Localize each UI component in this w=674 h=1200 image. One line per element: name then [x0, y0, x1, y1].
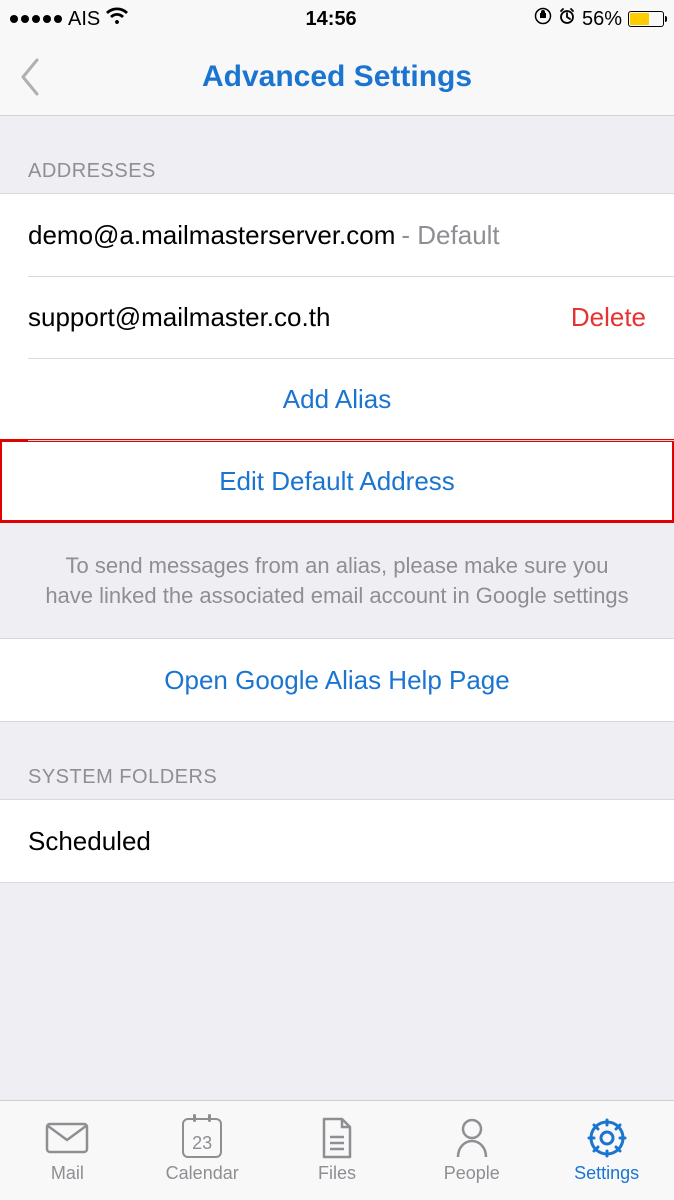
address-row[interactable]: support@mailmaster.co.th Delete [0, 276, 674, 358]
open-google-alias-help-button[interactable]: Open Google Alias Help Page [0, 639, 674, 721]
address-email: demo@a.mailmasterserver.com [28, 220, 395, 251]
settings-icon [586, 1117, 628, 1159]
address-email: support@mailmaster.co.th [28, 302, 330, 333]
wifi-icon [106, 7, 128, 31]
alias-note: To send messages from an alias, please m… [0, 523, 674, 638]
delete-button[interactable]: Delete [571, 302, 646, 333]
calendar-icon: 23 [182, 1117, 222, 1159]
system-folders-list: Scheduled [0, 799, 674, 883]
tab-files[interactable]: Files [270, 1101, 405, 1200]
address-row[interactable]: demo@a.mailmasterserver.com - Default [0, 194, 674, 276]
tab-label: Mail [51, 1163, 84, 1184]
tab-label: Files [318, 1163, 356, 1184]
addresses-list: demo@a.mailmasterserver.com - Default su… [0, 193, 674, 523]
section-header-system-folders: SYSTEM FOLDERS [0, 722, 674, 799]
edit-default-label: Edit Default Address [219, 466, 455, 497]
nav-header: Advanced Settings [0, 38, 674, 116]
address-suffix: - Default [401, 220, 499, 251]
tab-mail[interactable]: Mail [0, 1101, 135, 1200]
add-alias-button[interactable]: Add Alias [0, 358, 674, 440]
status-right: 56% [534, 7, 664, 31]
tab-label: Calendar [166, 1163, 239, 1184]
tab-settings[interactable]: Settings [539, 1101, 674, 1200]
tab-people[interactable]: People [404, 1101, 539, 1200]
battery-pct: 56% [582, 8, 622, 31]
help-list: Open Google Alias Help Page [0, 638, 674, 722]
tab-calendar[interactable]: 23 Calendar [135, 1101, 270, 1200]
system-folder-row[interactable]: Scheduled [0, 800, 674, 882]
chevron-left-icon [19, 58, 41, 96]
people-icon [454, 1117, 490, 1159]
edit-default-address-button[interactable]: Edit Default Address [0, 440, 674, 522]
status-time: 14:56 [306, 8, 357, 31]
files-icon [320, 1117, 354, 1159]
status-bar: AIS 14:56 56% [0, 0, 674, 38]
carrier-label: AIS [68, 8, 100, 31]
battery-icon [628, 11, 664, 27]
section-header-addresses: ADDRESSES [0, 116, 674, 193]
open-help-label: Open Google Alias Help Page [164, 665, 509, 696]
add-alias-label: Add Alias [283, 384, 391, 415]
tab-label: Settings [574, 1163, 639, 1184]
page-title: Advanced Settings [202, 60, 472, 94]
alarm-icon [558, 7, 576, 31]
orientation-lock-icon [534, 7, 552, 31]
signal-dots-icon [10, 15, 62, 23]
mail-icon [45, 1117, 89, 1159]
tab-label: People [444, 1163, 500, 1184]
tab-bar: Mail 23 Calendar Files People Settings [0, 1100, 674, 1200]
calendar-day: 23 [192, 1133, 212, 1154]
back-button[interactable] [10, 57, 50, 97]
system-folder-label: Scheduled [28, 826, 151, 857]
status-left: AIS [10, 7, 128, 31]
